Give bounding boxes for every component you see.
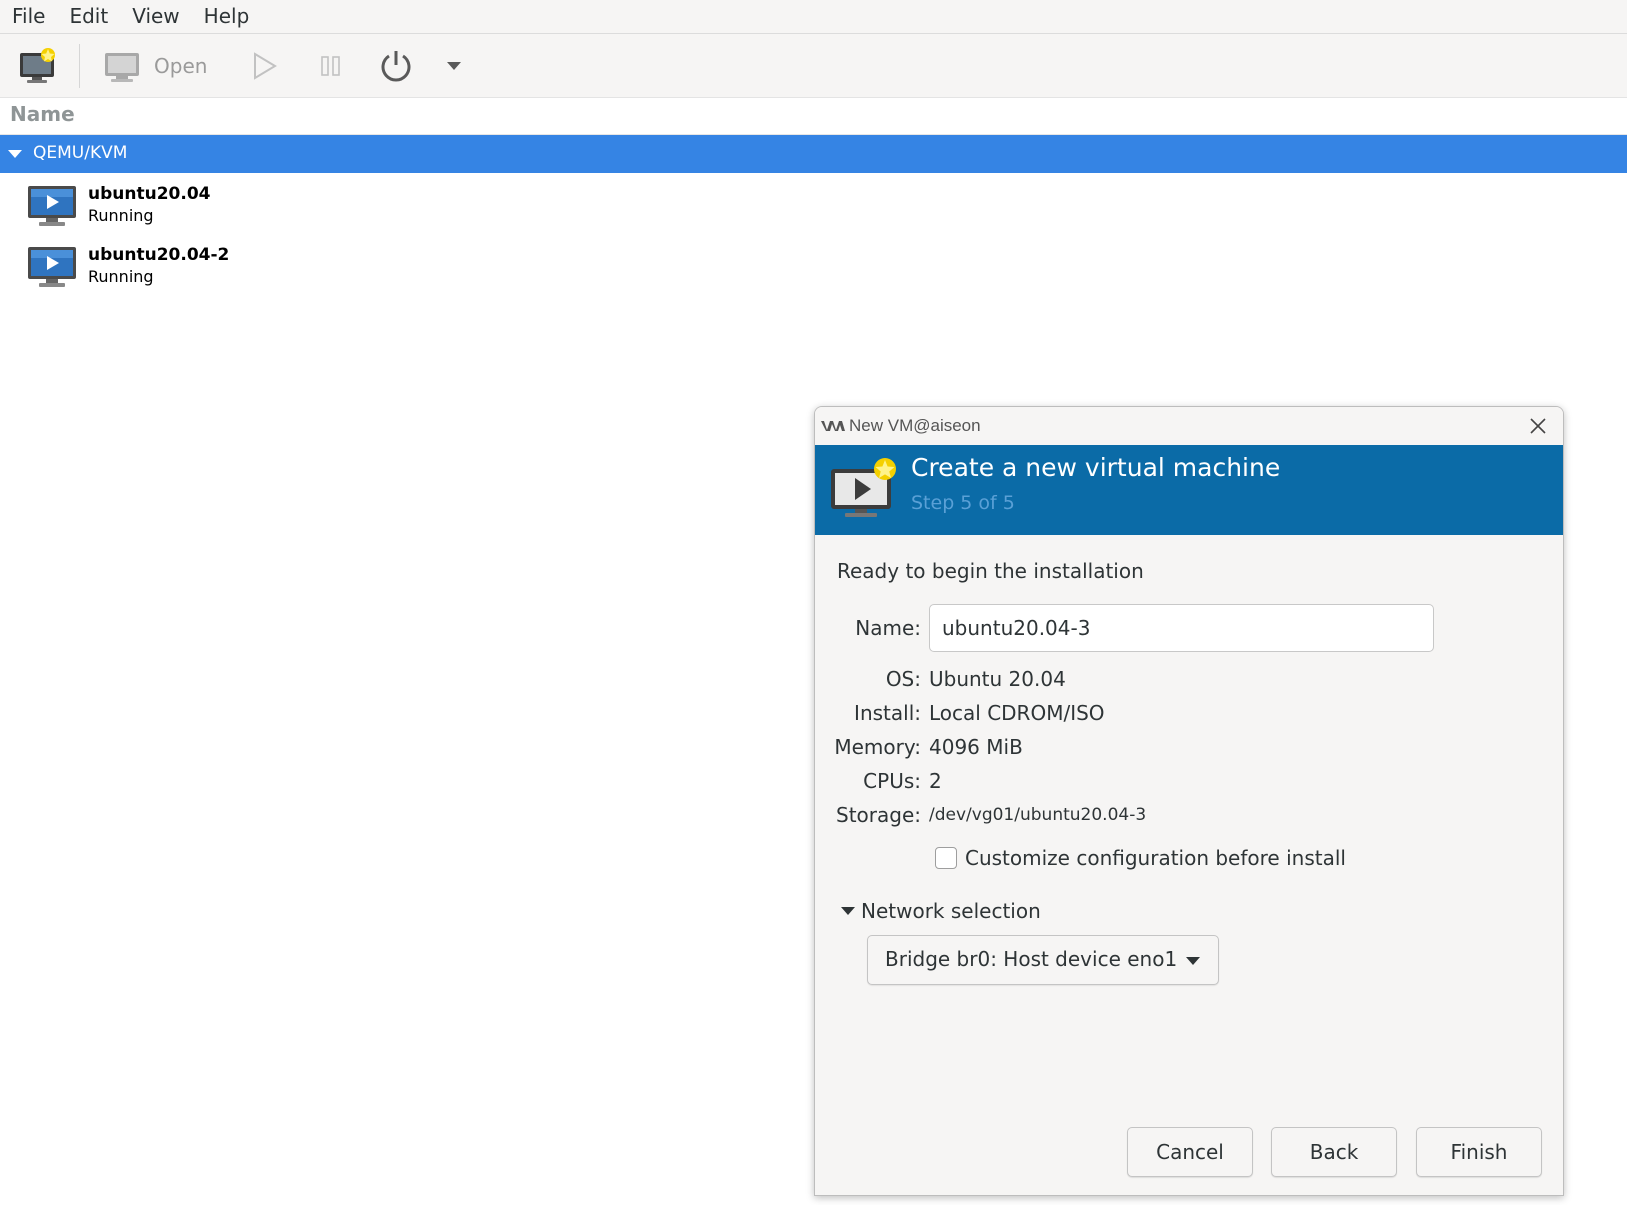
pause-icon [321, 55, 340, 76]
toolbar: Open [0, 34, 1627, 98]
network-source-value: Bridge br0: Host device eno1 [885, 947, 1178, 971]
os-value: Ubuntu 20.04 [929, 667, 1066, 691]
connection-label: QEMU/KVM [33, 143, 128, 163]
vm-name: ubuntu20.04-2 [88, 245, 230, 265]
play-icon [254, 51, 277, 80]
cancel-button[interactable]: Cancel [1127, 1127, 1253, 1177]
vm-running-icon [28, 186, 76, 226]
vm-row[interactable]: ubuntu20.04-2 Running [0, 241, 1627, 301]
dialog-title: New VM@aiseon [849, 416, 981, 435]
shutdown-menu-button[interactable] [446, 34, 462, 97]
vm-status: Running [88, 267, 154, 286]
chevron-down-icon [1186, 957, 1200, 965]
vm-name: ubuntu20.04 [88, 184, 211, 204]
menu-view[interactable]: View [120, 0, 191, 33]
finish-button[interactable]: Finish [1416, 1127, 1542, 1177]
virt-manager-app-icon [821, 421, 845, 431]
dialog-titlebar[interactable]: New VM@aiseon [815, 407, 1563, 445]
menubar: File Edit View Help [0, 0, 1627, 34]
open-button[interactable]: Open [104, 34, 207, 97]
customize-checkbox[interactable] [935, 847, 957, 869]
column-header-label: Name [10, 102, 75, 126]
customize-label[interactable]: Customize configuration before install [965, 846, 1346, 870]
storage-label: Storage: [836, 803, 921, 827]
cpus-label: CPUs: [863, 769, 921, 793]
memory-label: Memory: [834, 735, 921, 759]
expander-arrow-icon[interactable] [8, 150, 22, 158]
install-value: Local CDROM/ISO [929, 701, 1105, 725]
install-label: Install: [854, 701, 921, 725]
open-label: Open [154, 53, 208, 78]
vm-running-icon [28, 247, 76, 287]
pause-button[interactable] [320, 34, 342, 97]
close-icon[interactable] [1527, 415, 1549, 437]
expander-arrow-icon [841, 907, 855, 915]
chevron-down-icon [447, 61, 461, 70]
banner-title: Create a new virtual machine [911, 453, 1281, 482]
dialog-body: Ready to begin the installation Name: ub… [815, 535, 1563, 1195]
dialog-header-banner: Create a new virtual machine Step 5 of 5 [815, 445, 1563, 535]
network-source-dropdown[interactable]: Bridge br0: Host device eno1 [867, 935, 1219, 985]
run-button[interactable] [252, 34, 278, 97]
vm-status: Running [88, 206, 154, 225]
os-label: OS: [885, 667, 921, 691]
vm-row[interactable]: ubuntu20.04 Running [0, 180, 1627, 240]
new-vm-icon [20, 47, 55, 83]
back-button[interactable]: Back [1271, 1127, 1397, 1177]
ready-text: Ready to begin the installation [837, 559, 1144, 583]
power-icon [381, 50, 411, 81]
new-vm-dialog: New VM@aiseon Create a new virtual machi… [814, 406, 1564, 1196]
menu-file[interactable]: File [0, 0, 57, 33]
connection-row-qemu[interactable]: QEMU/KVM [0, 135, 1627, 173]
vm-name-input[interactable]: ubuntu20.04-3 [929, 604, 1434, 652]
memory-value: 4096 MiB [929, 735, 1023, 759]
column-header-name[interactable]: Name [0, 98, 1627, 135]
shutdown-button[interactable] [378, 34, 414, 97]
customize-option[interactable]: Customize configuration before install [935, 846, 1346, 870]
menu-help[interactable]: Help [192, 0, 262, 33]
banner-step: Step 5 of 5 [911, 492, 1015, 514]
new-vm-icon [831, 458, 896, 517]
menu-edit[interactable]: Edit [57, 0, 120, 33]
cpus-value: 2 [929, 769, 942, 793]
new-vm-button[interactable] [18, 34, 58, 97]
monitor-icon [105, 52, 139, 82]
toolbar-separator [79, 44, 80, 88]
network-selection-label: Network selection [861, 899, 1041, 923]
storage-value: /dev/vg01/ubuntu20.04-3 [929, 805, 1147, 825]
name-label: Name: [855, 616, 921, 640]
network-selection-expander[interactable]: Network selection [841, 899, 1041, 923]
